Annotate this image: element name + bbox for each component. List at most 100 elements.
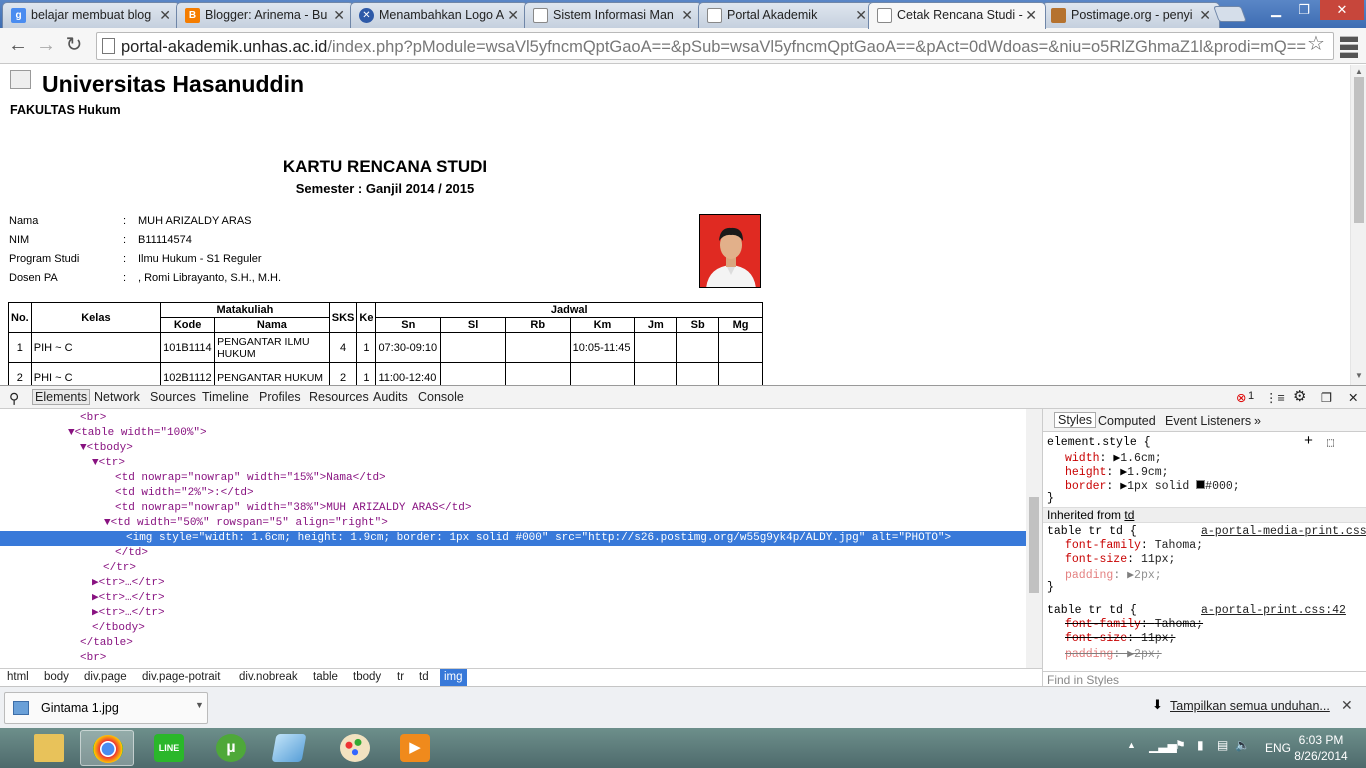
dock-icon[interactable]: ❐ [1321, 390, 1332, 405]
error-icon[interactable]: ⊗ [1236, 390, 1246, 405]
rule2-prop-overridden[interactable]: padding: ▶2px; [1065, 646, 1162, 661]
rule1-prop[interactable]: padding: ▶2px; [1065, 567, 1162, 582]
close-devtools-icon[interactable]: ✕ [1348, 390, 1358, 405]
close-tab-icon[interactable]: ✕ [159, 7, 171, 24]
crumb-div-page-potrait[interactable]: div.page-potrait [142, 671, 220, 683]
dom-node-td[interactable]: <td width="2%">:</td> [115, 486, 254, 501]
devtools-tab-network[interactable]: Network [94, 390, 140, 404]
minimize-icon[interactable]: ▁ [1262, 0, 1290, 20]
dom-node-img-selected[interactable]: <img style="width: 1.6cm; height: 1.9cm;… [0, 531, 1026, 546]
collapse-triangle-icon[interactable]: ▶ [92, 577, 99, 589]
browser-tab-2[interactable]: B Blogger: Arinema - Bu ✕ [176, 2, 354, 28]
dom-scrollbar[interactable] [1026, 409, 1042, 675]
dom-node-table[interactable]: ▼<table width="100%"> [68, 426, 207, 441]
scroll-down-icon[interactable]: ▼ [1355, 371, 1363, 380]
close-tab-icon[interactable]: ✕ [855, 7, 867, 24]
show-all-downloads-link[interactable]: Tampilkan semua unduhan... [1170, 699, 1330, 713]
signal-icon[interactable]: ▁▃▅ [1149, 739, 1177, 753]
download-item[interactable]: Gintama 1.jpg ▼ [4, 692, 208, 724]
collapse-triangle-icon[interactable]: ▶ [92, 607, 99, 619]
close-tab-icon[interactable]: ✕ [333, 7, 345, 24]
rule1-prop[interactable]: font-size: 11px; [1065, 553, 1175, 566]
rule1-prop[interactable]: font-family: Tahoma; [1065, 539, 1203, 552]
crumb-html[interactable]: html [7, 671, 29, 683]
add-rule-icon[interactable]: + [1304, 433, 1313, 450]
app-button[interactable] [262, 730, 316, 766]
crumb-tbody[interactable]: tbody [353, 671, 381, 683]
dom-node-td-photo[interactable]: ▼<td width="50%" rowspan="5" align="righ… [104, 516, 388, 531]
browser-tab-5[interactable]: Portal Akademik ✕ [698, 2, 876, 28]
crumb-body[interactable]: body [44, 671, 69, 683]
back-arrow-icon[interactable]: ← [6, 33, 30, 57]
file-explorer-button[interactable] [22, 730, 76, 766]
browser-tab-1[interactable]: g belajar membuat blog ✕ [2, 2, 180, 28]
expand-triangle-icon[interactable]: ▼ [104, 517, 111, 529]
close-window-icon[interactable]: ✕ [1320, 0, 1364, 20]
language-indicator[interactable]: ENG [1265, 741, 1291, 755]
restore-icon[interactable]: ❐ [1290, 0, 1318, 20]
crumb-table[interactable]: table [313, 671, 338, 683]
forward-arrow-icon[interactable]: → [34, 33, 58, 57]
battery-icon[interactable]: ▮ [1197, 738, 1204, 752]
clock[interactable]: 6:03 PM 8/26/2014 [1290, 732, 1352, 764]
expand-triangle-icon[interactable]: ▼ [92, 457, 99, 469]
inspect-search-icon[interactable]: ⚲ [9, 390, 19, 407]
close-tab-icon[interactable]: ✕ [1025, 7, 1037, 24]
flag-icon[interactable]: ⚑ [1175, 738, 1186, 752]
dom-node-tr-collapsed[interactable]: ▶<tr>…</tr> [92, 606, 165, 621]
line-button[interactable]: LINE [142, 730, 196, 766]
rule2-prop-overridden[interactable]: font-family: Tahoma; [1065, 618, 1203, 631]
crumb-img[interactable]: img [440, 669, 467, 686]
close-tab-icon[interactable]: ✕ [1199, 7, 1211, 24]
expand-triangle-icon[interactable]: ▼ [80, 442, 87, 454]
styles-tab[interactable]: Styles [1054, 412, 1097, 428]
dom-node-tr-collapsed[interactable]: ▶<tr>…</tr> [92, 576, 165, 591]
dom-node-table-close[interactable]: </table> [80, 636, 133, 651]
browser-tab-4[interactable]: Sistem Informasi Man ✕ [524, 2, 702, 28]
crumb-tr[interactable]: tr [397, 671, 404, 683]
color-swatch-icon[interactable] [1196, 480, 1206, 489]
dom-node-br[interactable]: <br> [80, 411, 106, 426]
devtools-tab-sources[interactable]: Sources [150, 390, 196, 404]
browser-tab-6-active[interactable]: Cetak Rencana Studi - ✕ [868, 2, 1046, 29]
devtools-tab-timeline[interactable]: Timeline [202, 390, 249, 404]
close-tab-icon[interactable]: ✕ [681, 7, 693, 24]
settings-gear-icon[interactable]: ⚙ [1293, 387, 1306, 405]
devtools-tab-audits[interactable]: Audits [373, 390, 408, 404]
chrome-button[interactable] [80, 730, 134, 766]
media-player-button[interactable]: ▶ [388, 730, 442, 766]
network-icon[interactable]: ▤ [1217, 738, 1228, 752]
dom-tree[interactable]: <br> ▼<table width="100%"> ▼<tbody> ▼<tr… [0, 409, 1026, 675]
devtools-tab-console[interactable]: Console [418, 390, 464, 404]
new-tab-button[interactable] [1213, 6, 1247, 22]
dom-node-td-close[interactable]: </td> [115, 546, 148, 561]
computed-tab[interactable]: Computed [1098, 414, 1156, 428]
dom-node-td[interactable]: <td nowrap="nowrap" width="15%">Nama</td… [115, 471, 386, 486]
devtools-tab-resources[interactable]: Resources [309, 390, 369, 404]
dom-node-tr[interactable]: ▼<tr> [92, 456, 125, 471]
toggle-state-icon[interactable]: ⬚ [1327, 435, 1334, 450]
rule2-source-link[interactable]: a-portal-print.css:42 [1201, 604, 1346, 617]
utorrent-button[interactable]: µ [204, 730, 258, 766]
dom-node-tbody[interactable]: ▼<tbody> [80, 441, 133, 456]
browser-tab-3[interactable]: ✕ Menambahkan Logo A ✕ [350, 2, 528, 28]
dom-node-br[interactable]: <br> [80, 651, 106, 666]
scrollbar-thumb[interactable] [1354, 77, 1364, 223]
collapse-triangle-icon[interactable]: ▶ [92, 592, 99, 604]
event-listeners-tab[interactable]: Event Listeners [1165, 414, 1251, 428]
dom-node-tr-collapsed[interactable]: ▶<tr>…</tr> [92, 591, 165, 606]
console-drawer-icon[interactable]: ⋮≡ [1265, 390, 1285, 405]
menu-icon[interactable]: ▬ ▬ ▬ [1340, 27, 1358, 61]
scrollbar-thumb[interactable] [1029, 497, 1039, 593]
browser-tab-7[interactable]: Postimage.org - penyi ✕ [1042, 2, 1220, 28]
scroll-up-icon[interactable]: ▲ [1355, 67, 1363, 76]
address-bar[interactable]: portal-akademik.unhas.ac.id/index.php?pM… [96, 32, 1334, 60]
paint-button[interactable] [328, 730, 382, 766]
chevron-down-icon[interactable]: ▼ [195, 700, 204, 710]
crumb-div-page[interactable]: div.page [84, 671, 127, 683]
devtools-tab-profiles[interactable]: Profiles [259, 390, 301, 404]
dom-node-tr-close[interactable]: </tr> [103, 561, 136, 576]
rule1-source-link[interactable]: a-portal-media-print.css:50 [1201, 525, 1366, 538]
page-scrollbar[interactable]: ▲ ▼ [1350, 65, 1366, 385]
dom-node-tbody-close[interactable]: </tbody> [92, 621, 145, 636]
